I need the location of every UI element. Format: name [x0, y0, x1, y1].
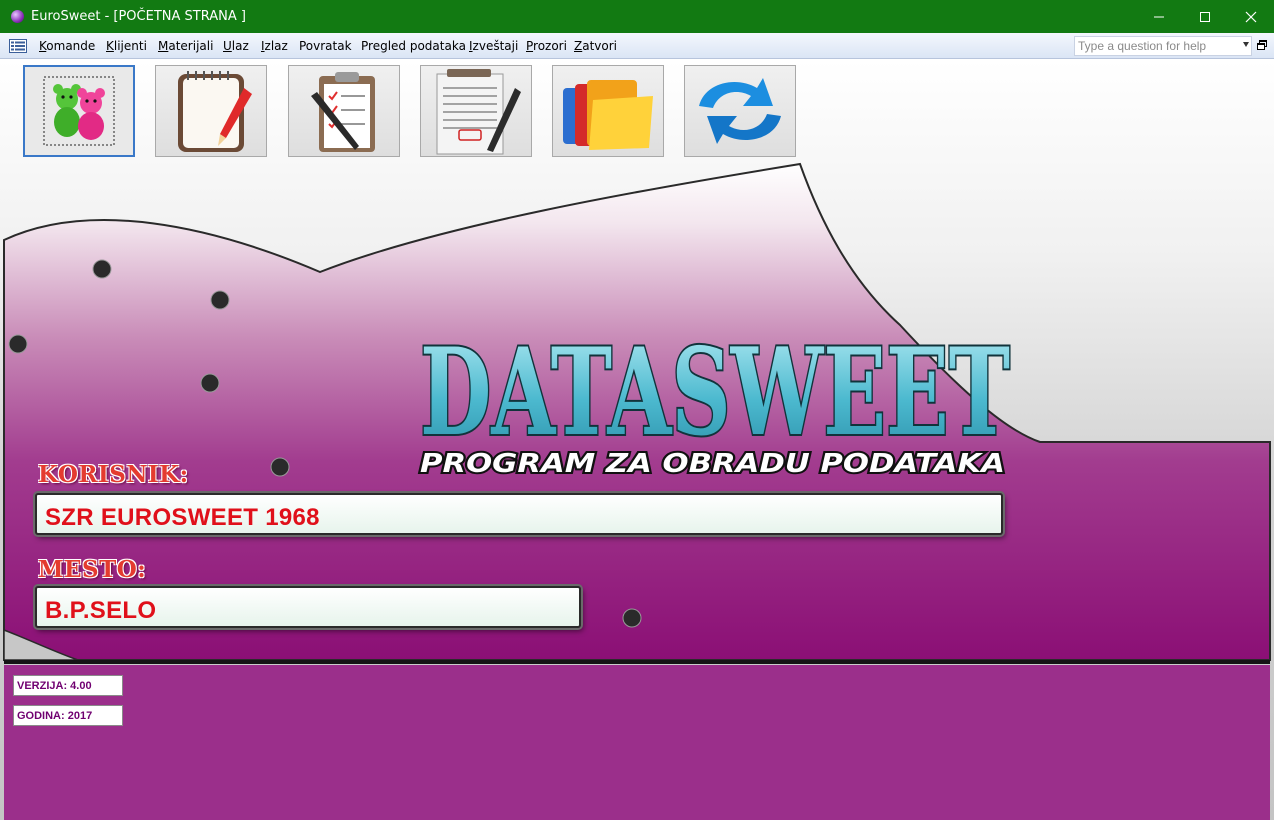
year-label: GODINA: 2017	[13, 705, 123, 726]
title-bar: EuroSweet - [POČETNA STRANA ]	[0, 0, 1274, 33]
folders-button[interactable]	[552, 65, 664, 157]
help-dropdown-icon[interactable]	[1243, 42, 1249, 47]
logo-subtitle: PROGRAM ZA OBRADU PODATAKA	[420, 449, 1005, 479]
help-search-box[interactable]	[1074, 36, 1252, 56]
maximize-button[interactable]	[1182, 0, 1228, 33]
invoice-button[interactable]	[420, 65, 532, 157]
window-title: EuroSweet - [POČETNA STRANA ]	[31, 9, 246, 24]
checklist-button[interactable]	[288, 65, 400, 157]
menu-materijali[interactable]: Materijali	[158, 39, 213, 53]
menu-pregled-podataka[interactable]: Pregled podataka	[361, 39, 466, 53]
version-label: VERZIJA: 4.00	[13, 675, 123, 696]
restore-window-icon[interactable]	[1256, 39, 1268, 51]
teddy-bears-icon	[43, 76, 115, 146]
klijenti-button[interactable]	[23, 65, 135, 157]
minimize-icon	[1154, 16, 1164, 17]
notes-button[interactable]	[155, 65, 267, 157]
menu-klijenti[interactable]: Klijenti	[106, 39, 147, 53]
help-search-input[interactable]	[1075, 37, 1235, 55]
minimize-button[interactable]	[1136, 0, 1182, 33]
menu-prozori[interactable]: Prozori	[526, 39, 567, 53]
close-button[interactable]	[1228, 0, 1274, 33]
close-icon	[1245, 11, 1257, 22]
menu-zatvori[interactable]: Zatvori	[574, 39, 617, 53]
refresh-button[interactable]	[684, 65, 796, 157]
menu-bar: Komande Klijenti Materijali Ulaz Izlaz P…	[0, 33, 1274, 59]
paid-invoice-pen-icon	[436, 69, 521, 155]
logo-title: DATASWEET	[420, 322, 1010, 463]
refresh-arrows-icon	[699, 78, 781, 144]
menu-ulaz[interactable]: Ulaz	[223, 39, 249, 53]
system-menu-icon[interactable]	[9, 39, 27, 53]
menu-izvestaji[interactable]: Izveštaji	[469, 39, 518, 53]
notepad-pencil-icon	[178, 71, 252, 152]
mesto-field: B.P.SELO	[35, 586, 581, 628]
main-area: DATASWEET PROGRAM ZA OBRADU PODATAKA KOR…	[0, 60, 1274, 820]
datasweet-logo: DATASWEET PROGRAM ZA OBRADU PODATAKA	[418, 322, 1012, 481]
maximize-icon	[1200, 11, 1210, 22]
clipboard-checklist-icon	[311, 72, 375, 152]
bottom-panel: VERZIJA: 4.00 GODINA: 2017	[4, 665, 1270, 820]
app-icon	[11, 10, 24, 23]
menu-izlaz[interactable]: Izlaz	[261, 39, 288, 53]
korisnik-label: KORISNIK:	[38, 461, 189, 488]
menu-povratak[interactable]: Povratak	[299, 39, 352, 53]
korisnik-field: SZR EUROSWEET 1968	[35, 493, 1003, 535]
mesto-label: MESTO:	[38, 556, 147, 583]
divider	[4, 660, 1270, 664]
menu-komande[interactable]: Komande	[39, 39, 95, 53]
folders-icon	[563, 80, 653, 150]
